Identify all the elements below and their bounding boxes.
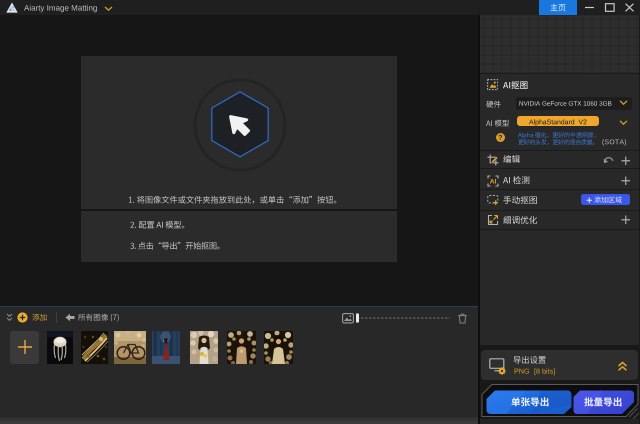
svg-text:AI: AI (489, 178, 496, 185)
